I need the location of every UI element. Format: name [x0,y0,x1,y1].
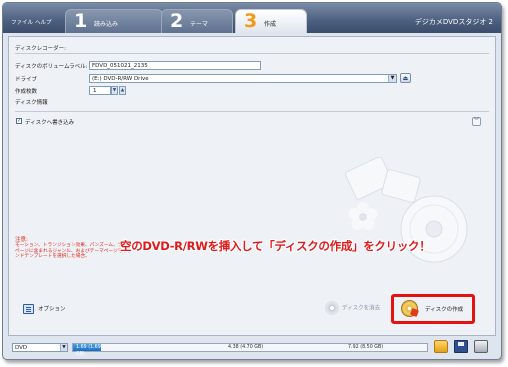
disc-info-label: ディスク情報 [15,100,48,106]
collapse-icon[interactable]: ︾ [472,117,481,126]
write-to-disc-label: ディスクへ書き込み [25,120,75,126]
copies-stepper[interactable]: 1 [89,86,111,95]
notice-title: 注意: [15,237,28,243]
menu-help[interactable]: ヘルプ [35,18,52,26]
tab-create-number: 3 [244,10,258,32]
copies-label: 作成枚数 [15,89,38,95]
divider [15,53,489,54]
drive-select[interactable]: (E:) DVD-R/RW Drive ▼ [89,74,397,83]
instruction-callout: 空のDVD-R/RWを挿入して「ディスクの作成」をクリック！ [120,239,431,253]
capacity-used-text: 1.69 (1.69 GB) [76,345,101,357]
tab-theme-number: 2 [170,10,184,32]
divider [15,111,489,112]
drive-select-value: (E:) DVD-R/RW Drive [92,76,149,82]
chevron-down-icon[interactable]: ▼ [111,86,118,95]
tab-import-label: 読み込み [94,21,119,28]
tab-create[interactable]: 3 作成 [235,9,307,33]
capacity-marker-dual-layer: 7.92 (8.50 GB) [348,345,384,350]
tab-theme-label: テーマ [190,21,209,28]
drive-label: ドライブ [15,77,38,83]
header-bar: ファイル ヘルプ 1 読み込み 2 テーマ 3 作成 デジカメDVDスタジオ 2 [3,3,501,33]
notice-text: モーション、トランジション効果、パンズーム、テーマページに含まれるジャンル、およ… [15,243,132,260]
printer-icon[interactable] [474,340,488,353]
media-type-value: DVD [15,345,28,351]
erase-disc-label: ディスクを消去 [342,305,381,312]
save-icon[interactable] [454,340,468,353]
create-panel: ディスクレコーダー: ディスクのボリュームラベル: FDVD_051021_21… [8,36,496,336]
media-type-select[interactable]: DVD ▼ [12,343,68,352]
write-to-disc-checkbox[interactable]: ✓ [16,118,22,124]
tab-theme[interactable]: 2 テーマ [161,9,233,33]
tab-create-label: 作成 [264,21,277,28]
tab-import-number: 1 [74,10,88,32]
app-window: ファイル ヘルプ 1 読み込み 2 テーマ 3 作成 デジカメDVDスタジオ 2… [2,2,502,360]
volume-label: ディスクのボリュームラベル: [15,64,88,70]
options-label: オプション [38,306,66,313]
create-disc-label: ディスクの作成 [425,307,464,313]
options-button[interactable]: オプション [23,304,66,316]
disc-icon [325,301,339,315]
capacity-marker-single-layer: 4.38 (4.70 GB) [228,345,264,350]
tab-import[interactable]: 1 読み込み [65,9,163,33]
status-bar: DVD ▼ 1.69 (1.69 GB) 4.38 (4.70 GB) 7.92… [8,339,496,357]
chevron-down-icon[interactable]: ▼ [388,75,396,82]
capacity-gauge: 1.69 (1.69 GB) 4.38 (4.70 GB) 7.92 (8.50… [72,343,428,357]
erase-disc-button[interactable]: ディスクを消去 [325,301,380,315]
burn-disc-icon [401,300,418,317]
chevron-down-icon[interactable]: ▼ [60,344,67,351]
recorder-legend: ディスクレコーダー: [15,46,66,52]
chevron-up-icon[interactable]: ▲ [119,86,126,95]
create-disc-button[interactable]: ディスクの作成 [401,299,469,319]
folder-icon[interactable] [434,340,448,353]
capacity-used-fill: 1.69 (1.69 GB) [73,344,102,357]
volume-label-input[interactable]: FDVD_051021_2135 [89,61,261,70]
options-icon [23,304,34,314]
eject-icon[interactable]: ⏏ [400,73,411,83]
menu-file[interactable]: ファイル [11,18,33,26]
app-title: デジカメDVDスタジオ 2 [414,18,493,26]
